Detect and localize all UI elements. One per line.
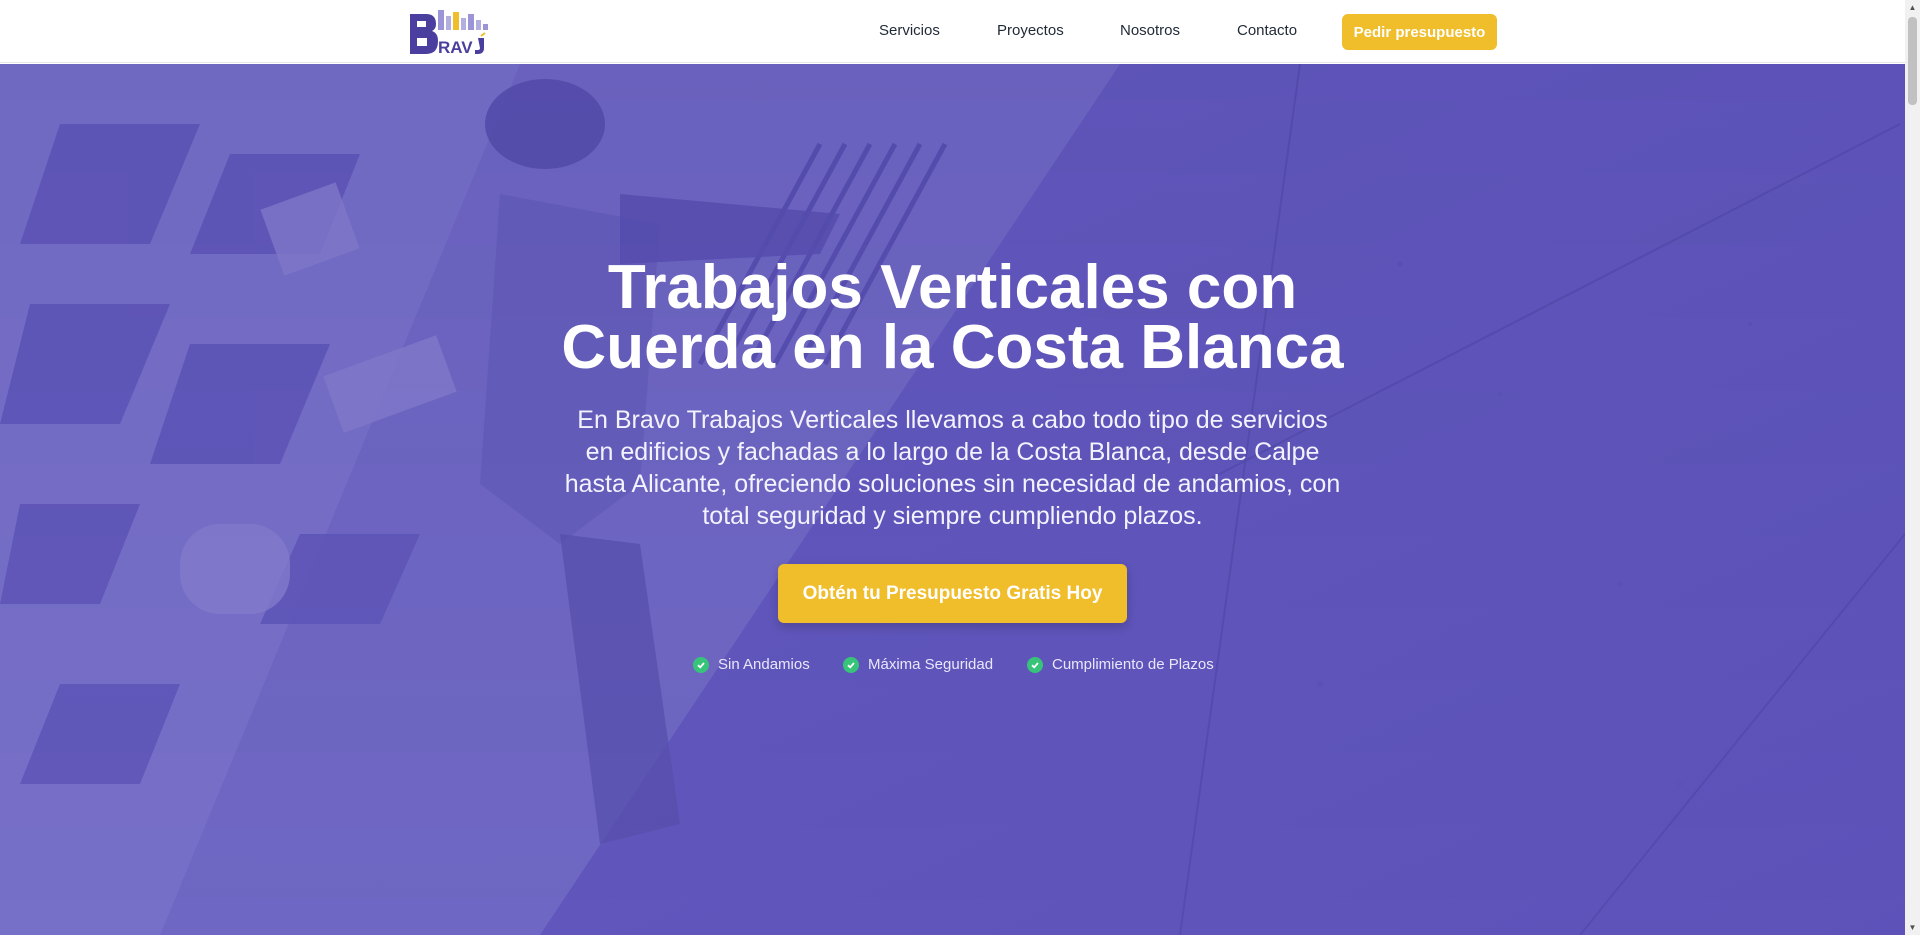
nav-contacto[interactable]: Contacto bbox=[1237, 22, 1297, 39]
request-quote-button[interactable]: Pedir presupuesto bbox=[1342, 14, 1497, 50]
free-quote-button[interactable]: Obtén tu Presupuesto Gratis Hoy bbox=[778, 564, 1127, 623]
svg-text:RAV: RAV bbox=[438, 38, 473, 56]
chevron-down-icon[interactable]: ▼ bbox=[1908, 923, 1917, 932]
site-header: RAV Servicios Proyectos Nosotros Contact… bbox=[0, 0, 1905, 63]
check-circle-icon bbox=[1027, 656, 1043, 673]
hero-title-line-2: Cuerda en la Costa Blanca bbox=[561, 313, 1344, 382]
hero-subtitle: En Bravo Trabajos Verticales llevamos a … bbox=[564, 406, 1341, 530]
feature-label: Máxima Seguridad bbox=[868, 656, 994, 673]
feature-list: Sin Andamios Máxima Seguridad Cumplimien… bbox=[0, 656, 1905, 676]
hero-title-line-1: Trabajos Verticales con bbox=[607, 253, 1298, 322]
scrollbar-thumb[interactable] bbox=[1908, 17, 1917, 105]
bravo-logo[interactable]: RAV bbox=[408, 8, 492, 57]
feature-label: Sin Andamios bbox=[718, 656, 810, 673]
feature-label: Cumplimiento de Plazos bbox=[1052, 656, 1214, 673]
hero-title: Trabajos Verticales con Cuerda en la Cos… bbox=[460, 257, 1445, 379]
nav-proyectos[interactable]: Proyectos bbox=[997, 22, 1064, 39]
feature-item: Máxima Seguridad bbox=[843, 656, 993, 673]
check-circle-icon bbox=[693, 656, 709, 673]
feature-item: Cumplimiento de Plazos bbox=[1027, 656, 1214, 673]
page-scrollbar[interactable]: ▲ ▼ bbox=[1905, 0, 1920, 935]
nav-nosotros[interactable]: Nosotros bbox=[1120, 22, 1180, 39]
nav-servicios[interactable]: Servicios bbox=[879, 22, 940, 39]
feature-item: Sin Andamios bbox=[693, 656, 810, 673]
chevron-up-icon[interactable]: ▲ bbox=[1908, 3, 1917, 12]
check-circle-icon bbox=[843, 656, 859, 673]
